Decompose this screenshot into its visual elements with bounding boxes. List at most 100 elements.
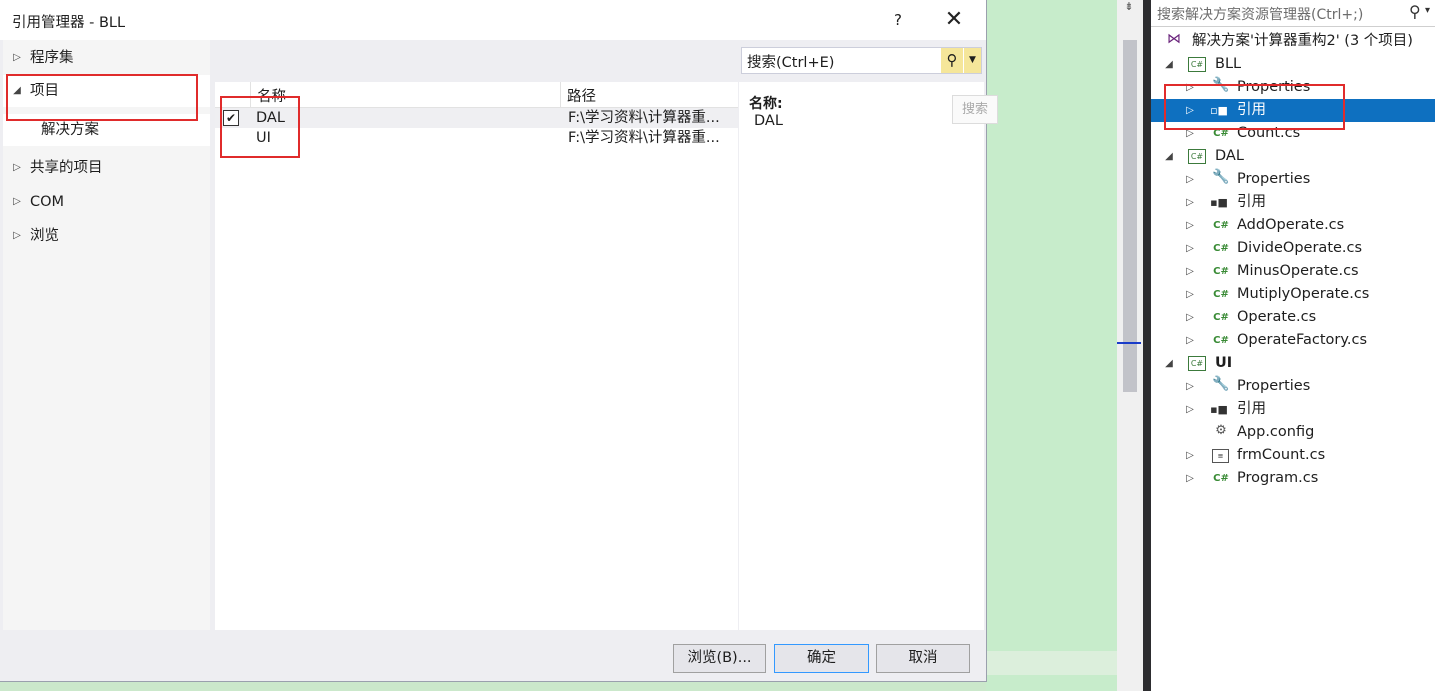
- column-header-label: 路径: [567, 89, 596, 105]
- detail-name-value: DAL: [754, 113, 783, 129]
- collapsed-triangle-icon[interactable]: ▷: [1184, 214, 1196, 237]
- csharp-file-icon: C#: [1213, 220, 1229, 231]
- nav-shared-projects[interactable]: ▷ 共享的项目: [3, 152, 210, 184]
- tree-item[interactable]: ▷ C# MinusOperate.cs: [1151, 260, 1435, 283]
- dialog-title: 引用管理器 - BLL: [12, 15, 126, 31]
- search-icon[interactable]: ⚲: [1409, 2, 1421, 21]
- tree-item-label: Properties: [1237, 171, 1311, 187]
- tree-item[interactable]: ▷ ≡ frmCount.cs: [1151, 444, 1435, 467]
- tree-item[interactable]: ▷ C# AddOperate.cs: [1151, 214, 1435, 237]
- collapsed-triangle-icon[interactable]: ▷: [11, 186, 23, 218]
- category-nav: ▷ 程序集 ◢ 项目 解决方案 ▷ 共享的项目 ▷ COM ▷ 浏览: [3, 40, 210, 630]
- tree-item-label: 引用: [1237, 194, 1266, 210]
- panel-divider[interactable]: [1143, 0, 1151, 691]
- tree-item[interactable]: ⚙ App.config: [1151, 421, 1435, 444]
- solution-icon: ⋈: [1167, 31, 1181, 47]
- tree-item[interactable]: ▷ 🔧 Properties: [1151, 375, 1435, 398]
- references-icon: ▪■: [1210, 196, 1228, 209]
- solution-label: 解决方案'计算器重构2' (3 个项目): [1192, 33, 1413, 49]
- references-icon: ▪■: [1210, 403, 1228, 416]
- column-header-path[interactable]: 路径: [561, 82, 738, 107]
- csharp-project-icon: C#: [1188, 57, 1206, 72]
- search-online-button[interactable]: 搜索: [952, 95, 998, 124]
- close-icon[interactable]: ✕: [936, 6, 972, 34]
- collapsed-triangle-icon[interactable]: ▷: [1184, 444, 1196, 467]
- tree-item-label: App.config: [1237, 424, 1315, 440]
- tree-item-label: frmCount.cs: [1237, 447, 1326, 463]
- annotation-box-projects: [6, 74, 198, 121]
- tree-item[interactable]: ▷ C# Program.cs: [1151, 467, 1435, 490]
- collapsed-triangle-icon[interactable]: ▷: [1184, 283, 1196, 306]
- tree-item-label: DivideOperate.cs: [1237, 240, 1363, 256]
- collapsed-triangle-icon[interactable]: ▷: [1184, 375, 1196, 398]
- nav-label: 浏览: [30, 228, 59, 244]
- annotation-box-names: [220, 96, 300, 158]
- wrench-icon: 🔧: [1212, 376, 1230, 392]
- collapsed-triangle-icon[interactable]: ▷: [1184, 260, 1196, 283]
- tree-item[interactable]: ▷ ▪■ 引用: [1151, 398, 1435, 421]
- dialog-titlebar[interactable]: 引用管理器 - BLL ? ✕: [0, 0, 986, 40]
- expanded-triangle-icon[interactable]: ◢: [1163, 352, 1175, 375]
- csharp-file-icon: C#: [1213, 312, 1229, 323]
- collapsed-triangle-icon[interactable]: ▷: [11, 220, 23, 252]
- csharp-file-icon: C#: [1213, 243, 1229, 254]
- collapsed-triangle-icon[interactable]: ▷: [1184, 168, 1196, 191]
- tree-project-ui[interactable]: ◢ C# UI: [1151, 352, 1435, 375]
- csharp-file-icon: C#: [1213, 335, 1229, 346]
- project-label: UI: [1215, 355, 1233, 371]
- collapsed-triangle-icon[interactable]: ▷: [11, 152, 23, 184]
- project-label: DAL: [1215, 148, 1244, 164]
- tree-item[interactable]: ▷ C# Operate.cs: [1151, 306, 1435, 329]
- tree-solution[interactable]: ⋈ 解决方案'计算器重构2' (3 个项目): [1151, 30, 1435, 53]
- nav-browse[interactable]: ▷ 浏览: [3, 220, 210, 252]
- tree-item-label: OperateFactory.cs: [1237, 332, 1368, 348]
- csharp-file-icon: C#: [1213, 266, 1229, 277]
- collapsed-triangle-icon[interactable]: ▷: [1184, 467, 1196, 490]
- ok-button[interactable]: 确定: [774, 644, 869, 673]
- detail-pane: 名称: DAL 搜索: [739, 82, 998, 630]
- tree-item-label: Properties: [1237, 378, 1311, 394]
- solution-explorer-search-input[interactable]: 搜索解决方案资源管理器(Ctrl+;): [1157, 4, 1363, 24]
- annotation-box-references: [1164, 84, 1345, 130]
- tree-item[interactable]: ▷ ▪■ 引用: [1151, 191, 1435, 214]
- split-icon[interactable]: ⇟: [1120, 0, 1138, 14]
- form-file-icon: ≡: [1212, 449, 1229, 463]
- editor-scrollbar-thumb[interactable]: [1123, 40, 1137, 392]
- chevron-down-icon[interactable]: ▼: [964, 48, 981, 73]
- expanded-triangle-icon[interactable]: ◢: [1163, 145, 1175, 168]
- collapsed-triangle-icon[interactable]: ▷: [1184, 329, 1196, 352]
- nav-label: 共享的项目: [30, 160, 103, 176]
- collapsed-triangle-icon[interactable]: ▷: [1184, 191, 1196, 214]
- help-button[interactable]: ?: [886, 8, 910, 32]
- csharp-file-icon: C#: [1213, 289, 1229, 300]
- solution-explorer-search[interactable]: 搜索解决方案资源管理器(Ctrl+;) ⚲ ▾: [1151, 0, 1435, 27]
- detail-name-label: 名称:: [749, 96, 783, 112]
- collapsed-triangle-icon[interactable]: ▷: [1184, 398, 1196, 421]
- csharp-file-icon: C#: [1213, 473, 1229, 484]
- csharp-project-icon: C#: [1188, 149, 1206, 164]
- tree-item[interactable]: ▷ C# OperateFactory.cs: [1151, 329, 1435, 352]
- tree-project-dal[interactable]: ◢ C# DAL: [1151, 145, 1435, 168]
- collapsed-triangle-icon[interactable]: ▷: [11, 42, 23, 74]
- nav-com[interactable]: ▷ COM: [3, 186, 210, 218]
- reference-search[interactable]: 搜索(Ctrl+E) ⚲ ▼: [741, 47, 982, 74]
- config-file-icon: ⚙: [1215, 423, 1227, 438]
- row-path: F:\学习资料\计算器重...: [568, 130, 720, 146]
- expanded-triangle-icon[interactable]: ◢: [1163, 53, 1175, 76]
- search-icon[interactable]: ⚲: [941, 48, 963, 73]
- editor-background: [986, 0, 1117, 691]
- tree-project-bll[interactable]: ◢ C# BLL: [1151, 53, 1435, 76]
- chevron-down-icon[interactable]: ▾: [1425, 5, 1430, 16]
- tree-item-label: 引用: [1237, 401, 1266, 417]
- collapsed-triangle-icon[interactable]: ▷: [1184, 306, 1196, 329]
- tree-item[interactable]: ▷ C# MutiplyOperate.cs: [1151, 283, 1435, 306]
- nav-label: COM: [30, 194, 65, 210]
- reference-search-input[interactable]: 搜索(Ctrl+E): [747, 51, 834, 72]
- nav-assemblies[interactable]: ▷ 程序集: [3, 42, 210, 74]
- project-label: BLL: [1215, 56, 1242, 72]
- collapsed-triangle-icon[interactable]: ▷: [1184, 237, 1196, 260]
- tree-item[interactable]: ▷ 🔧 Properties: [1151, 168, 1435, 191]
- browse-button[interactable]: 浏览(B)...: [673, 644, 766, 673]
- tree-item[interactable]: ▷ C# DivideOperate.cs: [1151, 237, 1435, 260]
- cancel-button[interactable]: 取消: [876, 644, 970, 673]
